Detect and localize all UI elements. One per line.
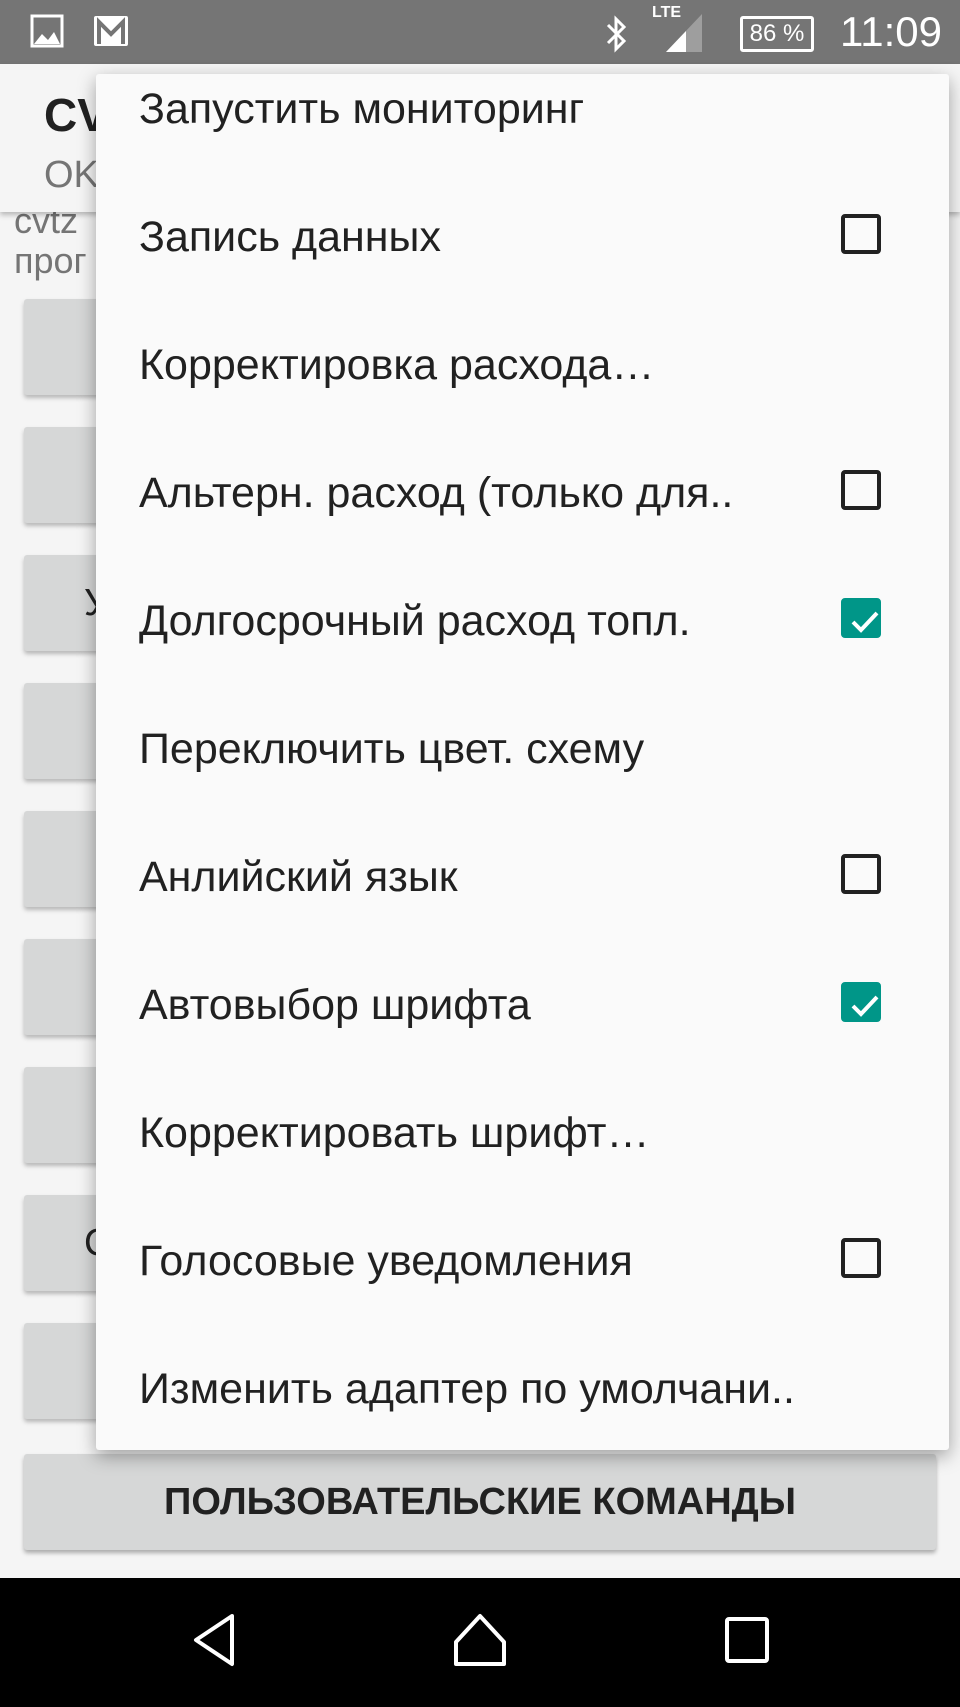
menu-item[interactable]: Анлийский язык [96,813,949,941]
menu-item[interactable]: Долгосрочный расход топл. [96,557,949,685]
overflow-menu: Запустить мониторинг Запись данных Коррект… [96,74,949,1450]
menu-item[interactable]: Корректировать шрифт… [96,1069,949,1197]
menu-item-label: Долгосрочный расход топл. [139,597,691,645]
menu-item-label: Голосовые уведомления [139,1237,633,1285]
menu-item-label: Автовыбор шрифта [139,981,531,1029]
battery-icon: 86 % [740,16,814,52]
menu-item[interactable]: Автовыбор шрифта [96,941,949,1069]
bluetooth-icon [606,15,627,53]
menu-item[interactable]: Корректировка расхода… [96,301,949,429]
menu-item-label: Корректировка расхода… [139,341,655,389]
home-icon[interactable] [452,1612,508,1668]
status-bar: LTE 86 % 11:09 [0,0,960,64]
clock: 11:09 [840,8,942,55]
checkbox-unchecked[interactable] [841,470,881,510]
checkbox-checked[interactable] [841,982,881,1022]
menu-item[interactable]: Изменить адаптер по умолчани.. [96,1325,949,1450]
image-icon [30,14,64,48]
menu-item-label: Корректировать шрифт… [139,1109,650,1157]
checkbox-unchecked[interactable] [841,854,881,894]
checkbox-unchecked[interactable] [841,214,881,254]
menu-item-label: Переключить цвет. схему [139,725,645,773]
check-icon [851,611,879,633]
battery-percent: 86 % [749,20,805,47]
back-icon[interactable] [190,1612,240,1668]
menu-item[interactable]: Запустить мониторинг [96,74,949,173]
custom-commands-button[interactable]: ПОЛЬЗОВАТЕЛЬСКИЕ КОМАНДЫ [24,1454,936,1550]
menu-item-label: Изменить адаптер по умолчани.. [139,1365,795,1413]
navigation-bar [0,1578,960,1707]
menu-item-label: Альтерн. расход (только для.. [139,469,734,517]
app-subtitle: OK [44,154,99,196]
background-text: прог [14,240,87,281]
gmail-icon [94,16,128,46]
check-icon [851,995,879,1017]
menu-item[interactable]: Переключить цвет. схему [96,685,949,813]
lte-signal-icon [666,14,702,52]
menu-item-label: Запустить мониторинг [139,85,585,133]
menu-item[interactable]: Запись данных [96,173,949,301]
recents-icon[interactable] [724,1616,770,1664]
menu-item[interactable]: Альтерн. расход (только для.. [96,429,949,557]
menu-item-label: Анлийский язык [139,853,458,901]
checkbox-checked[interactable] [841,598,881,638]
menu-item[interactable]: Голосовые уведомления [96,1197,949,1325]
checkbox-unchecked[interactable] [841,1238,881,1278]
menu-item-label: Запись данных [139,213,441,261]
